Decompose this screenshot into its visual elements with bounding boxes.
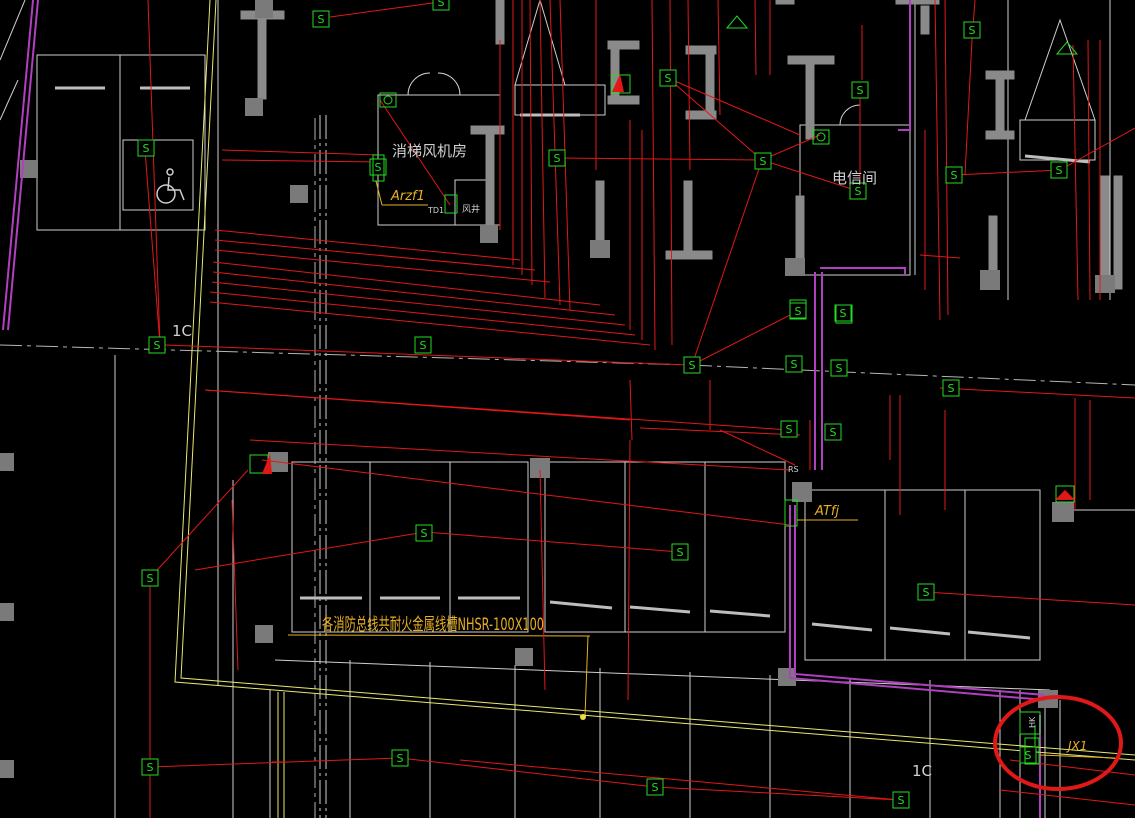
detector-label: S bbox=[143, 142, 150, 155]
smoke-detector-icon[interactable]: S bbox=[834, 304, 852, 322]
smoke-detector-icon[interactable]: S bbox=[892, 791, 910, 809]
axis-text: 1C 1C bbox=[172, 322, 932, 780]
wall-stubs bbox=[240, 0, 1123, 290]
smoke-detector-icon[interactable]: S bbox=[391, 749, 409, 767]
smoke-detector-icon[interactable]: S bbox=[830, 359, 848, 377]
detector-label: S bbox=[951, 169, 958, 182]
detector-label: S bbox=[857, 84, 864, 97]
smoke-detector-icon[interactable]: S bbox=[1019, 746, 1037, 764]
smoke-detector-icon[interactable]: S bbox=[415, 524, 433, 542]
detector-label: S bbox=[421, 527, 428, 540]
smoke-detector-icon[interactable]: S bbox=[851, 81, 869, 99]
detector-label: S bbox=[397, 752, 404, 765]
smoke-detector-icon[interactable]: S bbox=[945, 166, 963, 184]
smoke-detector-icon[interactable]: S bbox=[141, 758, 159, 776]
smoke-detector-icon[interactable]: S bbox=[548, 149, 566, 167]
smoke-detector-icon[interactable]: S bbox=[312, 10, 330, 28]
smoke-detector-icon[interactable]: S bbox=[942, 379, 960, 397]
bell-inner-2 bbox=[816, 132, 826, 142]
smoke-detector-icon[interactable]: S bbox=[671, 543, 689, 561]
smoke-detector-icon[interactable]: S bbox=[646, 778, 664, 796]
smoke-detector-icon[interactable]: S bbox=[414, 336, 432, 354]
label-air-shaft: 风井 bbox=[462, 203, 480, 215]
smoke-detector-group: SSSS SSSSSSSS SSSS SS SS SSSSSSSSSSS bbox=[137, 0, 1068, 809]
detector-label: S bbox=[830, 426, 837, 439]
detector-label: S bbox=[836, 362, 843, 375]
fire-panel-leader bbox=[375, 180, 383, 206]
label-code-small: TD1 bbox=[427, 206, 444, 215]
smoke-detector-icon[interactable]: S bbox=[824, 423, 842, 441]
detector-label: S bbox=[1025, 749, 1032, 762]
horn-red-fill-3 bbox=[1055, 490, 1075, 500]
detector-label: S bbox=[1056, 164, 1063, 177]
riser-shafts bbox=[2, 0, 1046, 818]
detector-label: S bbox=[420, 339, 427, 352]
detector-label: S bbox=[689, 359, 696, 372]
detector-label: S bbox=[652, 781, 659, 794]
detector-label: S bbox=[554, 152, 561, 165]
detector-label: S bbox=[438, 0, 445, 9]
detector-label: S bbox=[665, 72, 672, 85]
detector-label: S bbox=[786, 423, 793, 436]
label-fire-panel: Arzf1 bbox=[390, 189, 425, 204]
smoke-detector-icon[interactable]: S bbox=[148, 336, 166, 354]
cad-drawing-canvas: SSSS SSSSSSSS SSSS SS SS SSSSSSSSSSS 消梯风机房 电信… bbox=[0, 0, 1135, 818]
smoke-detector-icon[interactable]: S bbox=[754, 152, 772, 170]
smoke-detector-icon[interactable]: S bbox=[137, 139, 155, 157]
detector-label: S bbox=[677, 546, 684, 559]
tray-leader-line bbox=[287, 634, 591, 637]
smoke-detector-icon[interactable]: S bbox=[785, 355, 803, 373]
building-walls bbox=[0, 0, 1135, 818]
detector-label: S bbox=[375, 161, 382, 174]
smoke-detector-icon[interactable]: S bbox=[1050, 161, 1068, 179]
smoke-detector-icon[interactable]: S bbox=[683, 356, 701, 374]
label-telecom-room: 电信间 bbox=[832, 169, 877, 187]
detector-label: S bbox=[147, 572, 154, 585]
label-junction-box: JX1 bbox=[1066, 739, 1087, 753]
label-elevator-machine-room: 消梯风机房 bbox=[392, 142, 467, 160]
label-floor-panel: ATfj bbox=[814, 504, 839, 519]
parking-stripes bbox=[55, 86, 1091, 640]
detector-label: S bbox=[795, 305, 802, 318]
detector-label: S bbox=[969, 24, 976, 37]
smoke-detector-icon[interactable]: S bbox=[963, 21, 981, 39]
detector-label: S bbox=[840, 307, 847, 320]
smoke-detector-icon[interactable]: S bbox=[659, 69, 677, 87]
markup-ellipse bbox=[993, 695, 1123, 791]
detector-label: S bbox=[147, 761, 154, 774]
triangle-device-icon-2[interactable] bbox=[1055, 41, 1079, 55]
detector-label: S bbox=[154, 339, 161, 352]
detector-label: S bbox=[948, 382, 955, 395]
alarm-horns bbox=[249, 74, 1075, 503]
label-rs: RS bbox=[788, 465, 799, 474]
axis-label-1c-bottom: 1C bbox=[912, 762, 932, 780]
axis-label-1c-left: 1C bbox=[172, 322, 192, 340]
triangle-device-icon[interactable] bbox=[725, 15, 749, 29]
smoke-detector-icon[interactable]: S bbox=[789, 302, 807, 320]
accessible-parking-icon bbox=[156, 168, 185, 204]
detector-label: S bbox=[791, 358, 798, 371]
smoke-detector-icon[interactable]: S bbox=[432, 0, 450, 11]
smoke-detector-icon[interactable]: S bbox=[141, 569, 159, 587]
label-hk: HK bbox=[1028, 716, 1037, 728]
bell-inner bbox=[383, 95, 393, 105]
smoke-detector-icon[interactable]: S bbox=[917, 583, 935, 601]
tray-leader-dot bbox=[580, 714, 586, 720]
smoke-detector-icon[interactable]: S bbox=[780, 420, 798, 438]
detector-label: S bbox=[760, 155, 767, 168]
detector-label: S bbox=[318, 13, 325, 26]
cable-tray-note: 各消防总线共耐火金属线槽NHSR-100X100 bbox=[322, 615, 544, 635]
detector-label: S bbox=[898, 794, 905, 807]
detector-label: S bbox=[923, 586, 930, 599]
tray-leader-drop bbox=[584, 635, 589, 717]
